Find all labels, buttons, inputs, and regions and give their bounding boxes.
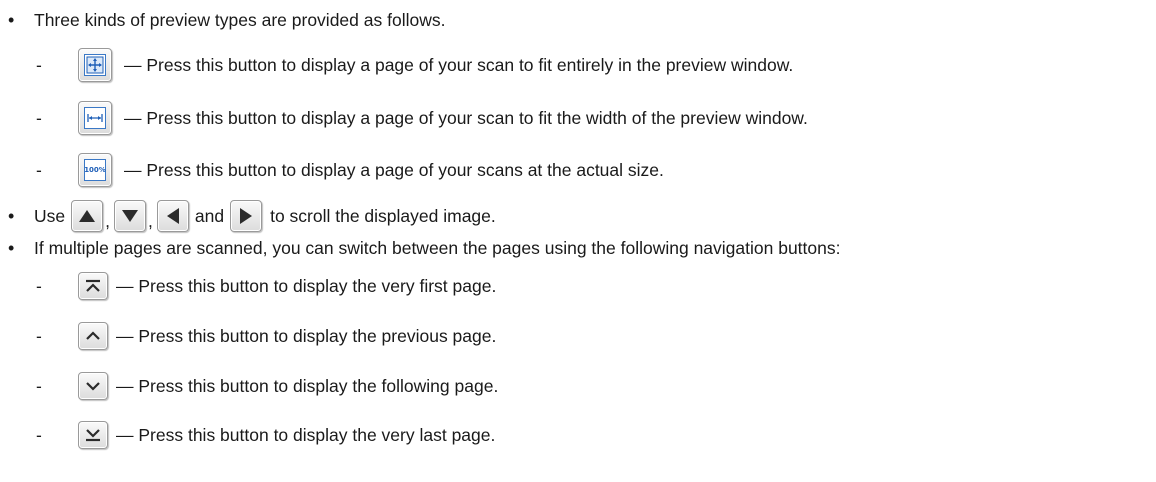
scroll-line: • Use , , and to scroll the displayed im… [8,198,496,234]
bullet: • [8,9,15,30]
actual-size-icon-label: 100% [84,166,106,174]
actual-size-item: - 100% — Press this button to display a … [36,152,664,188]
comma: , [148,211,153,231]
next-page-item: - — Press this button to display the fol… [36,371,498,401]
fit-page-button[interactable] [78,48,112,82]
dash: - [36,275,42,296]
fit-width-button[interactable] [78,101,112,135]
dash: - [36,325,42,346]
scroll-rest-text: to scroll the displayed image. [270,205,496,226]
dash: - [36,159,42,180]
previous-page-icon [86,331,100,340]
fit-width-item: - — Press this button to display a page … [36,100,808,136]
bullet: • [8,237,15,258]
actual-size-description: — Press this button to display a page of… [124,159,664,180]
last-page-item: - — Press this button to display the ver… [36,420,495,450]
first-page-item: - — Press this button to display the ver… [36,271,496,301]
arrow-down-icon [122,210,138,222]
scroll-and-text: and [194,205,225,226]
scroll-right-button[interactable] [230,200,263,232]
first-page-icon [86,279,100,292]
first-page-description: — Press this button to display the very … [116,275,497,296]
last-page-button[interactable] [78,421,108,449]
dash: - [36,107,42,128]
fit-page-icon [84,54,106,76]
scroll-down-button[interactable] [114,200,146,232]
next-page-button[interactable] [78,372,108,400]
dash: - [36,375,42,396]
fit-width-description: — Press this button to display a page of… [124,107,808,128]
fit-page-description: — Press this button to display a page of… [124,54,794,75]
dash: - [36,54,42,75]
preview-types-intro-text: Three kinds of preview types are provide… [34,9,446,30]
scroll-use-text: Use [34,205,66,226]
next-page-icon [86,382,100,391]
navigation-intro-text: If multiple pages are scanned, you can s… [34,237,841,258]
previous-page-item: - — Press this button to display the pre… [36,321,496,351]
arrow-right-icon [240,208,253,224]
fit-width-icon [84,107,106,129]
arrow-left-icon [166,208,179,224]
scroll-up-button[interactable] [71,200,104,232]
last-page-description: — Press this button to display the very … [116,424,496,445]
previous-page-description: — Press this button to display the previ… [116,325,497,346]
previous-page-button[interactable] [78,322,108,350]
dash: - [36,424,42,445]
arrow-up-icon [79,210,96,222]
bullet: • [8,205,15,226]
last-page-icon [86,429,100,442]
next-page-description: — Press this button to display the follo… [116,375,499,396]
first-page-button[interactable] [78,272,108,300]
actual-size-icon: 100% [84,159,106,181]
fit-page-item: - — Press this button to display a page … [36,47,793,83]
preview-types-intro-line: • Three kinds of preview types are provi… [8,8,445,32]
scroll-left-button[interactable] [156,200,189,232]
navigation-intro-line: • If multiple pages are scanned, you can… [8,236,841,260]
actual-size-button[interactable]: 100% [78,153,112,187]
comma: , [105,211,110,231]
